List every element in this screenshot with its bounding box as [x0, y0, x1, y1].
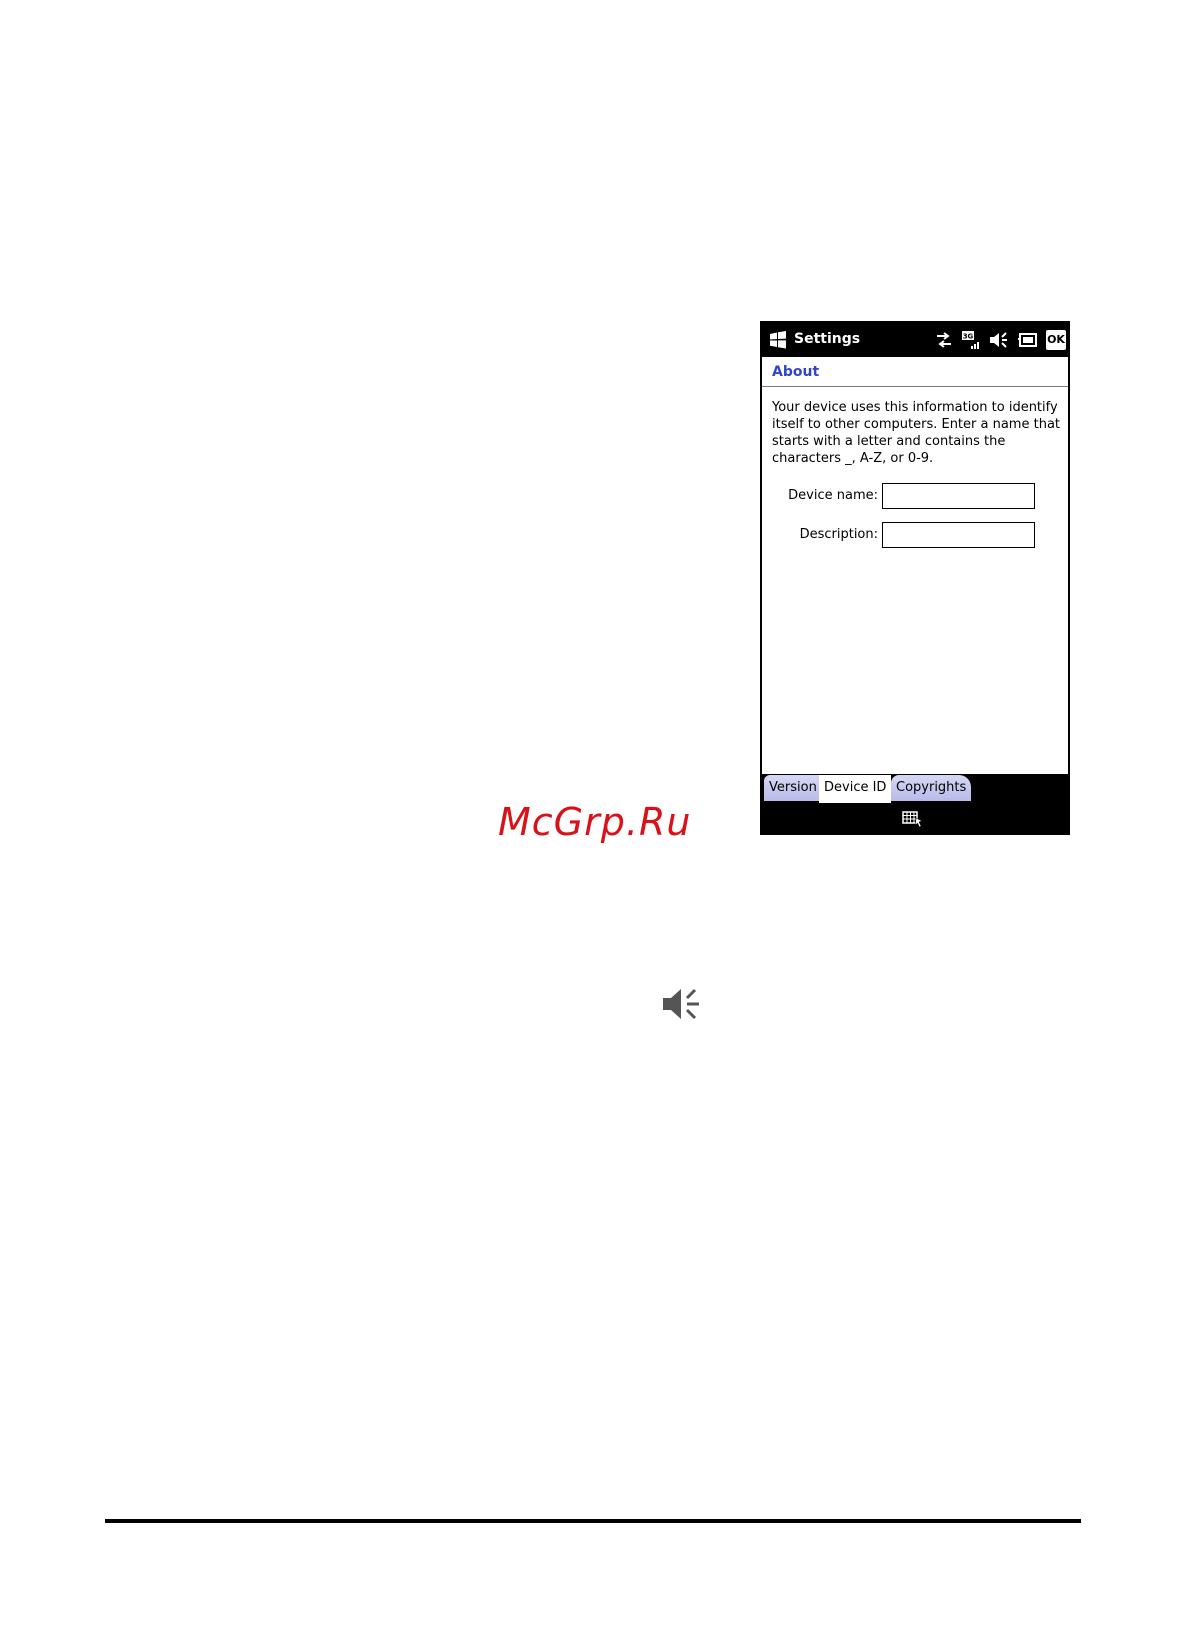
title-bar: Settings 3G OK [762, 323, 1068, 357]
description-row: Description: [762, 522, 1068, 550]
description-input[interactable] [882, 522, 1035, 548]
description-label: Description: [799, 527, 878, 542]
page-description: Your device uses this information to ide… [772, 400, 1061, 466]
tab-copyrights[interactable]: Copyrights [891, 775, 971, 801]
tab-bar: Version Device ID Copyrights [762, 774, 1068, 804]
tab-device-id[interactable]: Device ID [819, 775, 891, 803]
watermark: McGrp.Ru [498, 800, 692, 844]
device-name-input[interactable] [882, 483, 1035, 509]
section-header: About [762, 357, 1068, 387]
keyboard-icon[interactable] [902, 810, 924, 828]
volume-icon[interactable] [988, 330, 1010, 350]
windows-start-icon[interactable] [768, 330, 788, 350]
3g-label: 3G [963, 333, 974, 341]
ok-button[interactable]: OK [1046, 330, 1066, 350]
menu-bar [762, 804, 1068, 833]
connectivity-icon[interactable] [934, 331, 954, 349]
tab-version[interactable]: Version [764, 775, 819, 801]
device-screen: Settings 3G OK About Your device uses th… [760, 321, 1070, 835]
battery-icon[interactable] [1017, 330, 1039, 350]
device-name-row: Device name: [762, 483, 1068, 511]
page-title: About [772, 364, 820, 380]
speaker-icon [663, 988, 699, 1020]
footer-divider [105, 1519, 1081, 1523]
app-title: Settings [794, 331, 861, 347]
3g-signal-icon[interactable]: 3G [961, 330, 981, 350]
status-icons: 3G OK [934, 329, 1066, 351]
device-name-label: Device name: [788, 488, 878, 503]
